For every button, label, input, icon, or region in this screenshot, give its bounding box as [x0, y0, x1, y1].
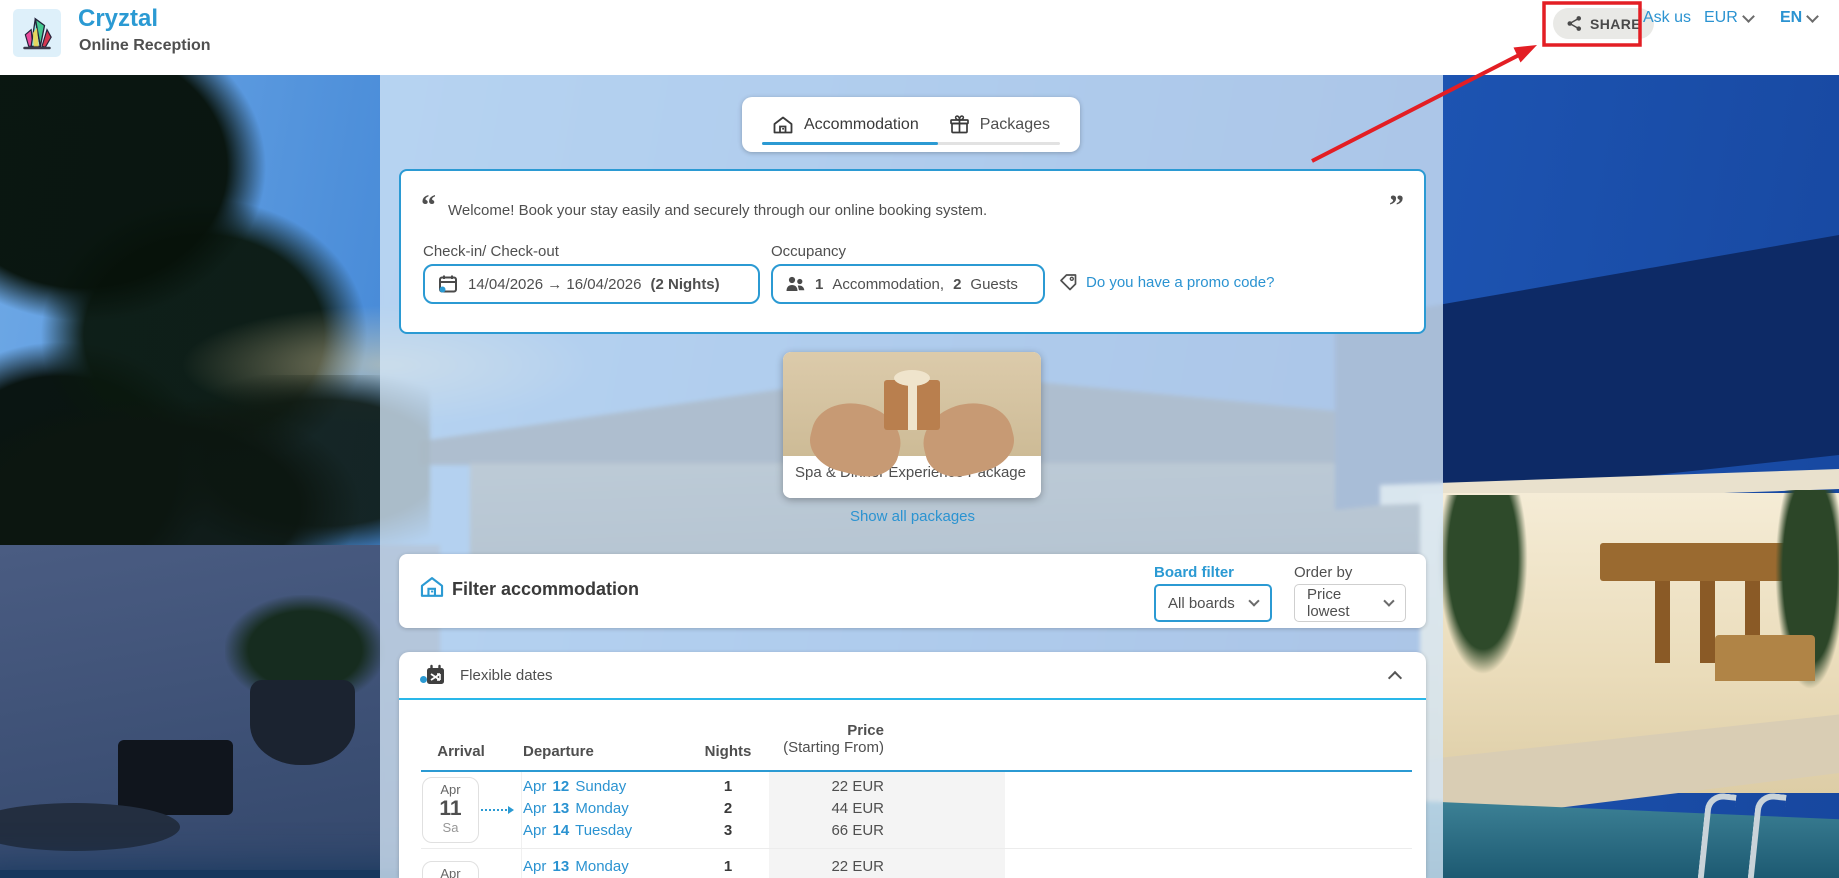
brand-logo[interactable]	[13, 9, 61, 57]
chevron-up-icon[interactable]	[1388, 671, 1402, 685]
show-all-packages-link[interactable]: Show all packages	[399, 508, 1426, 525]
quote-open-icon: “	[421, 189, 436, 223]
table-row: Apr 12 Sunday 1 22 EUR	[399, 777, 1426, 799]
filter-title: Filter accommodation	[452, 579, 639, 600]
package-card[interactable]: Spa & Dinner Experience Package	[783, 352, 1041, 498]
notification-dot	[420, 676, 427, 683]
order-by-label: Order by	[1294, 564, 1352, 581]
quote-close-icon: ”	[1389, 189, 1404, 223]
order-by-select[interactable]: Price lowest	[1294, 584, 1406, 622]
gift-box-shape	[884, 380, 940, 430]
col-arrival: Arrival	[421, 743, 501, 760]
share-icon	[1566, 15, 1583, 32]
tag-icon	[1059, 273, 1078, 292]
currency-selector[interactable]: EUR	[1704, 9, 1753, 27]
package-image	[783, 352, 1041, 456]
price-value: 22 EUR	[769, 778, 1005, 795]
occupancy-field[interactable]: 1 Accommodation, 2 Guests	[771, 264, 1045, 304]
welcome-message: Welcome! Book your stay easily and secur…	[448, 202, 1368, 219]
tab-label: Accommodation	[804, 116, 919, 134]
promo-code-label: Do you have a promo code?	[1086, 274, 1274, 291]
departure-link[interactable]: Apr 14 Tuesday	[523, 822, 632, 839]
flexible-dates-header[interactable]: Flexible dates	[399, 652, 1426, 700]
top-header: Cryztal Online Reception SHARE Ask us EU…	[0, 0, 1839, 75]
ask-us-link[interactable]: Ask us	[1643, 9, 1691, 27]
table-row: Apr 13 Monday 2 44 EUR	[399, 799, 1426, 821]
table-row: Apr 13 Monday 1 22 EUR	[399, 857, 1426, 878]
filter-panel: Filter accommodation Board filter All bo…	[399, 554, 1426, 628]
language-value: EN	[1780, 9, 1802, 27]
board-filter-label: Board filter	[1154, 564, 1234, 581]
nights-value: 1	[695, 858, 761, 875]
language-selector[interactable]: EN	[1780, 9, 1817, 27]
guests-icon	[785, 274, 806, 294]
share-button[interactable]: SHARE	[1553, 8, 1654, 39]
crystal-icon	[17, 13, 57, 53]
app-subtitle: Online Reception	[79, 37, 211, 55]
chevron-down-icon	[1806, 10, 1819, 23]
tab-label: Packages	[980, 116, 1050, 134]
share-label: SHARE	[1590, 16, 1641, 32]
tab-underline	[762, 142, 1060, 145]
price-value: 66 EUR	[769, 822, 1005, 839]
main-content: Accommodation Packages “ ” Welcome! Book…	[0, 0, 1839, 878]
departure-link[interactable]: Apr 12 Sunday	[523, 778, 626, 795]
calendar-shuffle-icon	[423, 663, 447, 687]
house-icon	[419, 575, 445, 599]
order-by-value: Price lowest	[1307, 586, 1385, 620]
tab-packages[interactable]: Packages	[949, 115, 1050, 135]
flexible-dates-title: Flexible dates	[460, 667, 553, 684]
flex-date-group: Apr Apr 13 Monday 1 22 EUR	[399, 849, 1426, 878]
currency-value: EUR	[1704, 9, 1738, 27]
col-nights: Nights	[695, 743, 761, 760]
app-title[interactable]: Cryztal	[78, 5, 158, 33]
chevron-down-icon	[1742, 10, 1755, 23]
departure-link[interactable]: Apr 13 Monday	[523, 858, 629, 875]
date-range-field[interactable]: 14/04/2026 → 16/04/2026 (2 Nights)	[423, 264, 760, 304]
board-filter-value: All boards	[1168, 595, 1235, 612]
booking-page: Cryztal Online Reception SHARE Ask us EU…	[0, 0, 1839, 878]
house-icon	[772, 115, 794, 135]
flex-date-group: Apr 11 Sa Apr 12 Sunday 1 22 EUR Apr 13 …	[399, 772, 1426, 848]
flex-table-header: Arrival Departure Nights Price (Starting…	[399, 710, 1426, 770]
promo-code-link[interactable]: Do you have a promo code?	[1059, 273, 1274, 292]
guests-count: 2	[953, 276, 961, 293]
date-range-value: 14/04/2026 → 16/04/2026	[468, 276, 641, 293]
price-value: 44 EUR	[769, 800, 1005, 817]
table-row: Apr 14 Tuesday 3 66 EUR	[399, 821, 1426, 843]
nights-value: 3	[695, 822, 761, 839]
occupancy-field-label: Occupancy	[771, 243, 846, 260]
dates-field-label: Check-in/ Check-out	[423, 243, 559, 260]
nights-count: (2 Nights)	[650, 276, 719, 293]
booking-tabs: Accommodation Packages	[742, 97, 1080, 152]
accommodation-count: 1	[815, 276, 823, 293]
col-departure: Departure	[523, 743, 594, 760]
board-filter-select[interactable]: All boards	[1154, 584, 1272, 622]
price-value: 22 EUR	[769, 858, 1005, 875]
nights-value: 2	[695, 800, 761, 817]
departure-link[interactable]: Apr 13 Monday	[523, 800, 629, 817]
guests-text: Guests	[970, 276, 1018, 293]
chevron-down-icon	[1248, 595, 1259, 606]
gift-icon	[949, 115, 970, 135]
active-tab-indicator	[762, 142, 938, 145]
nights-value: 1	[695, 778, 761, 795]
accommodation-text: Accommodation,	[832, 276, 944, 293]
tab-accommodation[interactable]: Accommodation	[772, 115, 919, 135]
col-price: Price (Starting From)	[769, 722, 884, 756]
calendar-icon	[437, 273, 459, 295]
flexible-dates-panel: Flexible dates Arrival Departure Nights …	[399, 652, 1426, 878]
